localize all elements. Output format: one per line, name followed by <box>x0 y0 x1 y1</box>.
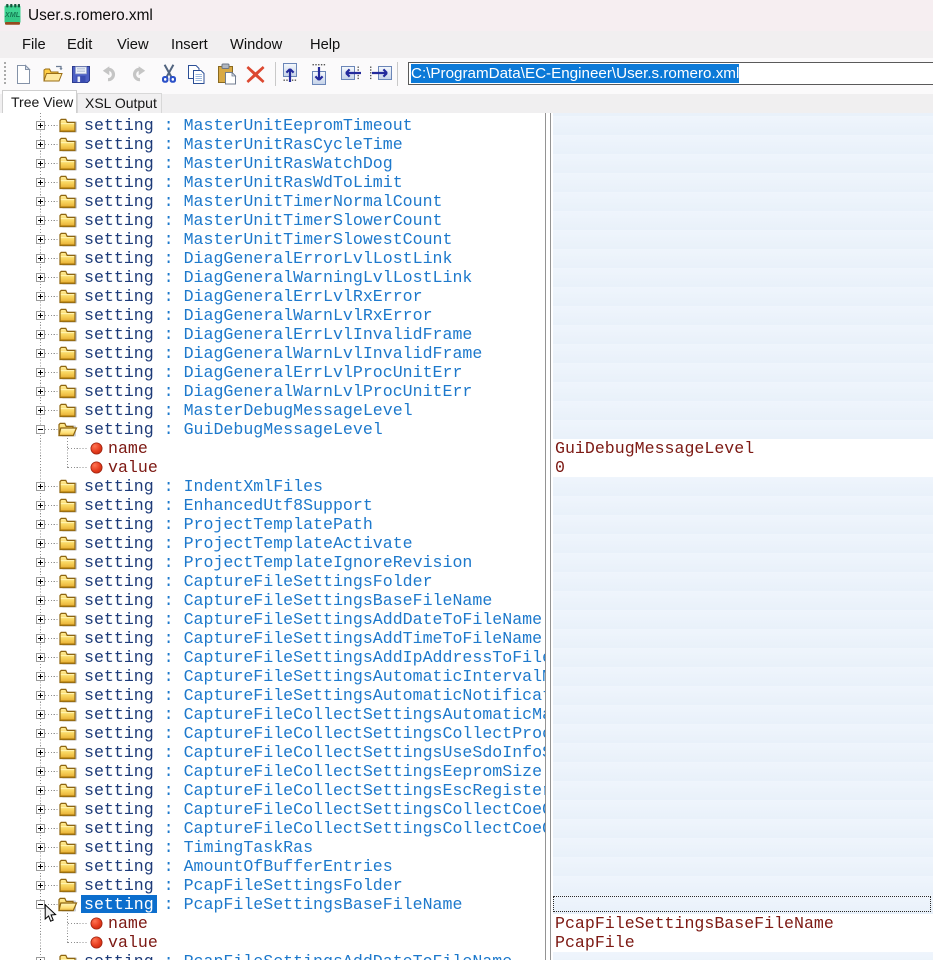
svg-text:XML: XML <box>4 10 20 19</box>
